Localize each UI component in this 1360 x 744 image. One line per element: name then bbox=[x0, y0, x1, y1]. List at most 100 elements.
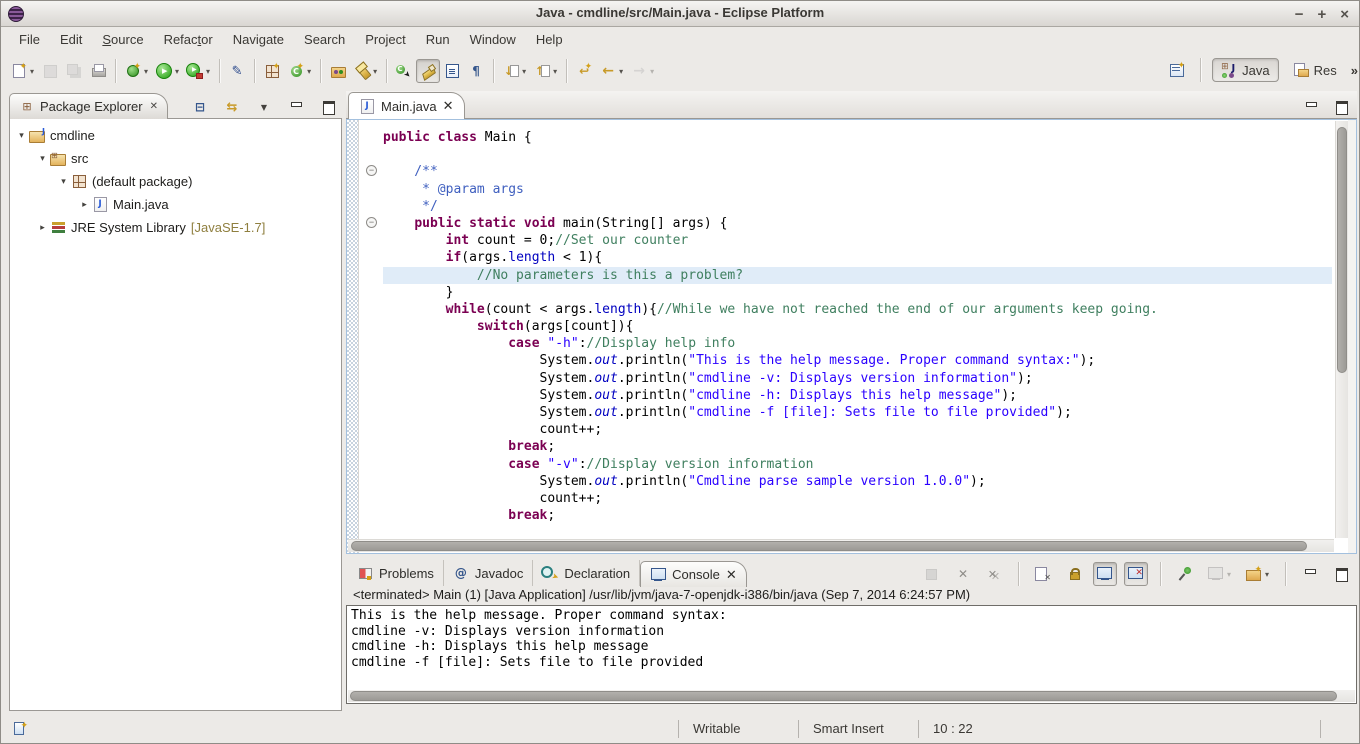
tab-problems[interactable]: Problems bbox=[348, 560, 444, 586]
scroll-lock-button[interactable] bbox=[1062, 562, 1086, 586]
last-edit-location-button[interactable] bbox=[572, 59, 596, 83]
package-explorer-tab-close-icon[interactable]: ✕ bbox=[150, 101, 158, 112]
tab-declaration[interactable]: Declaration bbox=[533, 560, 640, 586]
menu-help[interactable]: Help bbox=[526, 29, 573, 50]
pen-tool-button[interactable] bbox=[225, 59, 249, 83]
tab-main-java[interactable]: Main.java ✕ bbox=[348, 92, 465, 119]
menu-search[interactable]: Search bbox=[294, 29, 355, 50]
back-button[interactable]: ▾ bbox=[596, 59, 627, 83]
debug-button[interactable]: ▾ bbox=[121, 59, 152, 83]
package-explorer-tree[interactable]: ▾cmdline▾src▾(default package)▸Main.java… bbox=[9, 118, 342, 711]
menu-run[interactable]: Run bbox=[416, 29, 460, 50]
print-button[interactable] bbox=[86, 59, 110, 83]
pin-console-button[interactable] bbox=[1173, 562, 1197, 586]
fold-collapse-icon[interactable]: − bbox=[366, 217, 377, 228]
editor-vertical-scrollbar[interactable] bbox=[1335, 121, 1348, 538]
menu-window[interactable]: Window bbox=[460, 29, 526, 50]
run-button-dropdown[interactable]: ▾ bbox=[175, 67, 179, 76]
open-type-button[interactable] bbox=[326, 59, 350, 83]
menu-refactor[interactable]: Refactor bbox=[154, 29, 223, 50]
minimize-editor-button[interactable] bbox=[1299, 95, 1323, 119]
resource-perspective-button[interactable]: Res bbox=[1285, 59, 1345, 81]
open-perspective-button[interactable] bbox=[1165, 58, 1189, 82]
editor-vscroll-thumb[interactable] bbox=[1337, 127, 1347, 373]
annotation-ruler[interactable] bbox=[347, 120, 359, 553]
menu-project[interactable]: Project bbox=[355, 29, 415, 50]
code-editor[interactable]: −− public class Main { /** * @param args… bbox=[346, 119, 1357, 554]
maximize-view-button[interactable] bbox=[316, 95, 340, 119]
expander-open-icon[interactable]: ▾ bbox=[14, 130, 29, 141]
close-window-button[interactable]: × bbox=[1340, 7, 1349, 22]
tree-item-cmdline[interactable]: ▾cmdline bbox=[10, 124, 341, 147]
run-external-tools-button[interactable]: ▾ bbox=[183, 59, 214, 83]
new-java-class-button[interactable]: ▾ bbox=[284, 59, 315, 83]
fold-collapse-icon[interactable]: − bbox=[366, 165, 377, 176]
forward-button-dropdown[interactable]: ▾ bbox=[650, 67, 654, 76]
search-button[interactable]: ▾ bbox=[350, 59, 381, 83]
open-console-button[interactable]: ▾ bbox=[1242, 562, 1273, 586]
java-perspective-button[interactable]: Java bbox=[1212, 58, 1278, 82]
menu-edit[interactable]: Edit bbox=[50, 29, 92, 50]
search-button-dropdown[interactable]: ▾ bbox=[373, 67, 377, 76]
tree-item-jre-system-library[interactable]: ▸JRE System Library[JavaSE-1.7] bbox=[10, 216, 341, 239]
new-wizard-button-dropdown[interactable]: ▾ bbox=[30, 67, 34, 76]
remove-all-terminated-button[interactable] bbox=[982, 562, 1006, 586]
maximize-editor-button[interactable] bbox=[1329, 95, 1353, 119]
show-stderr-console-button[interactable] bbox=[1124, 562, 1148, 586]
next-annotation-button-dropdown[interactable]: ▾ bbox=[522, 67, 526, 76]
tab-javadoc[interactable]: Javadoc bbox=[444, 560, 533, 586]
display-selected-console-button-dropdown[interactable]: ▾ bbox=[1227, 570, 1231, 579]
run-button[interactable]: ▾ bbox=[152, 59, 183, 83]
toolbar-overflow-chevron[interactable]: » bbox=[1351, 63, 1357, 78]
expander-open-icon[interactable]: ▾ bbox=[35, 153, 50, 164]
maximize-window-button[interactable]: + bbox=[1317, 7, 1326, 22]
menu-file[interactable]: File bbox=[9, 29, 50, 50]
code-editor-surface[interactable]: public class Main { /** * @param args */… bbox=[383, 120, 1332, 539]
link-with-editor-button[interactable] bbox=[220, 95, 244, 119]
editor-hscroll-thumb[interactable] bbox=[351, 541, 1307, 551]
minimize-view-button[interactable] bbox=[284, 95, 308, 119]
expander-closed-icon[interactable]: ▸ bbox=[35, 222, 50, 233]
view-menu-button[interactable] bbox=[252, 95, 276, 119]
console-output[interactable]: This is the help message. Proper command… bbox=[346, 605, 1357, 704]
toggle-breadcrumb-button[interactable] bbox=[392, 59, 416, 83]
new-wizard-button[interactable]: ▾ bbox=[7, 59, 38, 83]
new-java-project-button[interactable] bbox=[260, 59, 284, 83]
run-external-tools-button-dropdown[interactable]: ▾ bbox=[206, 67, 210, 76]
next-annotation-button[interactable]: ▾ bbox=[499, 59, 530, 83]
folding-ruler[interactable]: −− bbox=[360, 120, 383, 553]
console-hscroll-thumb[interactable] bbox=[350, 691, 1337, 701]
tree-item-main-java[interactable]: ▸Main.java bbox=[10, 193, 341, 216]
fast-view-button[interactable] bbox=[11, 721, 27, 737]
expander-closed-icon[interactable]: ▸ bbox=[77, 199, 92, 210]
back-button-dropdown[interactable]: ▾ bbox=[619, 67, 623, 76]
expander-open-icon[interactable]: ▾ bbox=[56, 176, 71, 187]
previous-annotation-button[interactable]: ▾ bbox=[530, 59, 561, 83]
collapse-all-button[interactable] bbox=[188, 95, 212, 119]
remove-launch-button[interactable] bbox=[951, 562, 975, 586]
minimize-window-button[interactable]: − bbox=[1295, 7, 1304, 22]
tree-item-src[interactable]: ▾src bbox=[10, 147, 341, 170]
titlebar[interactable]: Java - cmdline/src/Main.java - Eclipse P… bbox=[1, 1, 1359, 27]
debug-button-dropdown[interactable]: ▾ bbox=[144, 67, 148, 76]
editor-horizontal-scrollbar[interactable] bbox=[348, 539, 1334, 552]
show-stdout-console-button[interactable] bbox=[1093, 562, 1117, 586]
clear-console-button[interactable] bbox=[1031, 562, 1055, 586]
console-tab-close-icon[interactable]: ✕ bbox=[726, 567, 737, 583]
menu-navigate[interactable]: Navigate bbox=[223, 29, 294, 50]
show-selected-element-button[interactable] bbox=[440, 59, 464, 83]
editor-tabrow: Main.java ✕ bbox=[346, 91, 1357, 119]
menu-source[interactable]: Source bbox=[92, 29, 153, 50]
minimize-console-button[interactable] bbox=[1298, 562, 1322, 586]
mark-occurrences-button[interactable] bbox=[416, 59, 440, 83]
console-horizontal-scrollbar[interactable] bbox=[348, 690, 1355, 702]
show-whitespace-button[interactable] bbox=[464, 59, 488, 83]
editor-tab-close-icon[interactable]: ✕ bbox=[443, 98, 454, 114]
open-console-button-dropdown[interactable]: ▾ bbox=[1265, 570, 1269, 579]
previous-annotation-button-dropdown[interactable]: ▾ bbox=[553, 67, 557, 76]
maximize-console-button[interactable] bbox=[1329, 562, 1353, 586]
tab-package-explorer[interactable]: Package Explorer ✕ bbox=[9, 93, 168, 119]
tab-console[interactable]: Console✕ bbox=[640, 561, 747, 587]
tree-item--default-package-[interactable]: ▾(default package) bbox=[10, 170, 341, 193]
new-java-class-button-dropdown[interactable]: ▾ bbox=[307, 67, 311, 76]
